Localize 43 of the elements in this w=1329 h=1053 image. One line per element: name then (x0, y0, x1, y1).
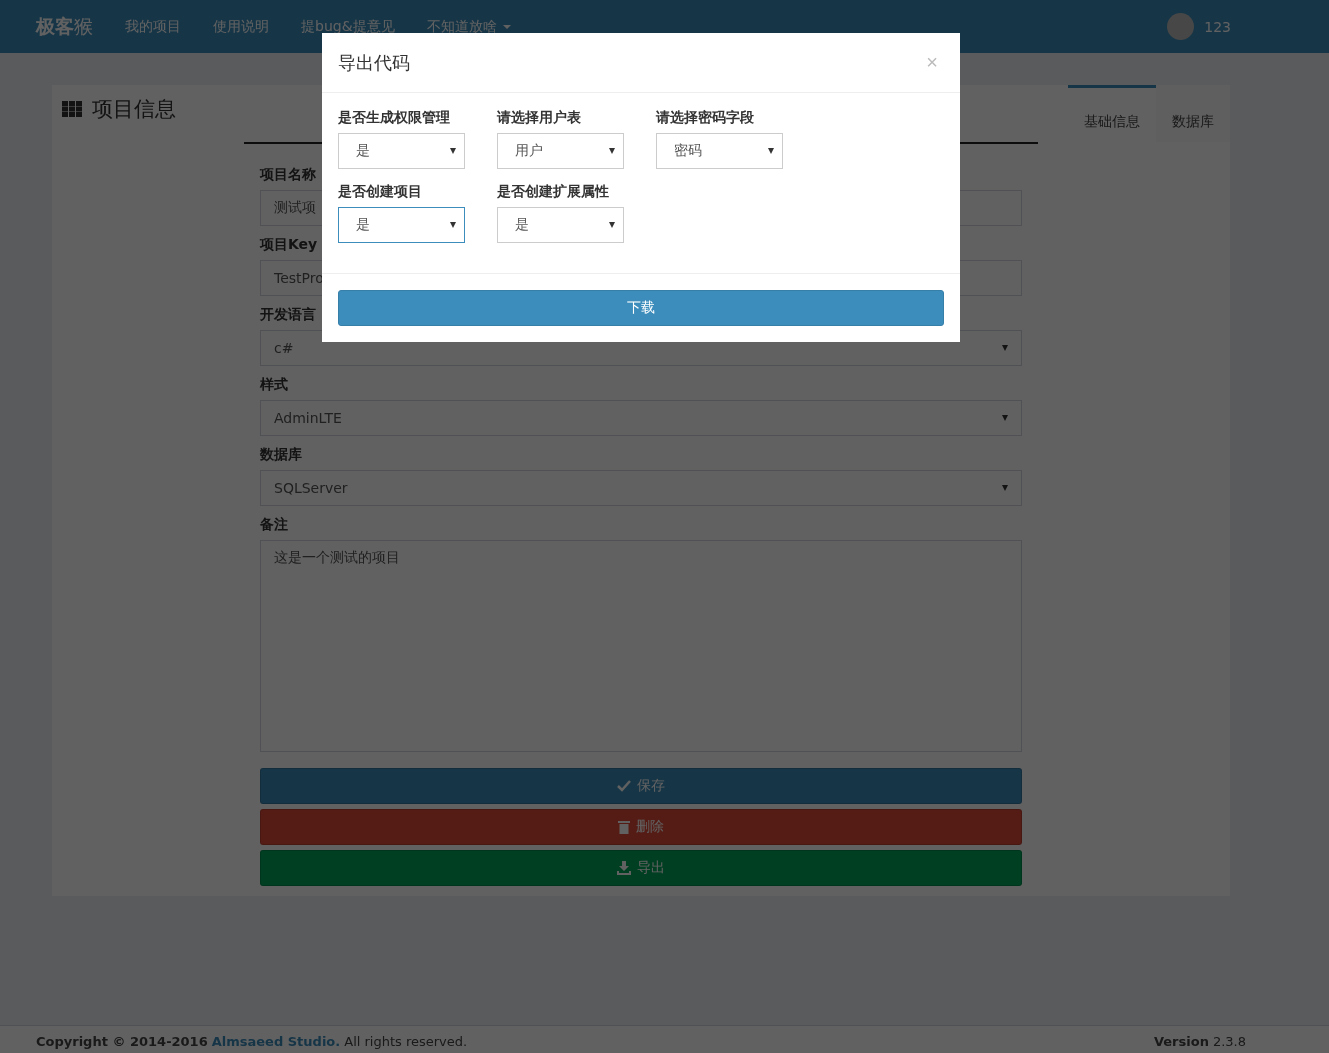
nav-link[interactable]: 使用说明 (213, 17, 269, 36)
close-button[interactable]: × (920, 50, 944, 75)
copyright-text: Copyright © 2014-2016 (36, 1034, 208, 1049)
delete-button[interactable]: 删除 (260, 809, 1022, 845)
nav-link[interactable]: 提bug&提意见 (301, 17, 395, 36)
version-number: 2.3.8 (1212, 1034, 1246, 1049)
panel-title: 项目信息 (92, 96, 176, 123)
field-label: 是否创建扩展属性 (497, 183, 610, 201)
logo[interactable]: 极客猴 (36, 13, 93, 40)
select-field[interactable]: SQLServer (260, 470, 1022, 506)
nav-link[interactable]: 不知道放啥 (426, 17, 511, 36)
select-field[interactable]: 密码 (656, 133, 783, 169)
field-label: 备注 (260, 516, 288, 534)
select-field[interactable]: AdminLTE (260, 400, 1022, 436)
field-label: 项目Key (260, 236, 318, 254)
dialog-title: 导出代码 (338, 50, 410, 75)
export-button[interactable]: 导出 (260, 850, 1022, 886)
save-button[interactable]: 保存 (260, 768, 1022, 804)
avatar[interactable] (1167, 13, 1195, 40)
field-label: 是否生成权限管理 (338, 109, 451, 127)
user-name[interactable]: 123 (1204, 18, 1231, 35)
field-label: 是否创建项目 (338, 183, 423, 201)
trash-icon (618, 820, 630, 834)
field-label: 请选择用户表 (497, 109, 582, 127)
nav-link[interactable]: 我的项目 (125, 17, 181, 36)
textarea-field[interactable]: 这是一个测试的项目 (260, 540, 1022, 752)
field-label: 项目名称 (260, 166, 316, 184)
select-field[interactable]: 用户 (497, 133, 624, 169)
download-button[interactable]: 下载 (338, 290, 944, 326)
field-label: 样式 (260, 376, 288, 394)
select-field[interactable]: 是 (338, 133, 465, 169)
field-label: 数据库 (260, 446, 302, 464)
select-field[interactable]: 是 (497, 207, 624, 243)
field-label: 开发语言 (260, 306, 316, 324)
select-field[interactable]: 是 (338, 207, 465, 243)
studio-link[interactable]: Almsaeed Studio. (211, 1034, 341, 1049)
field-label: 请选择密码字段 (656, 109, 755, 127)
download-icon (617, 861, 631, 875)
tab[interactable]: 数据库 (1156, 85, 1230, 142)
rights-text: All rights reserved. (344, 1034, 468, 1049)
grid-icon (62, 101, 82, 117)
version-label: Version (1153, 1034, 1209, 1049)
check-icon (617, 780, 631, 792)
